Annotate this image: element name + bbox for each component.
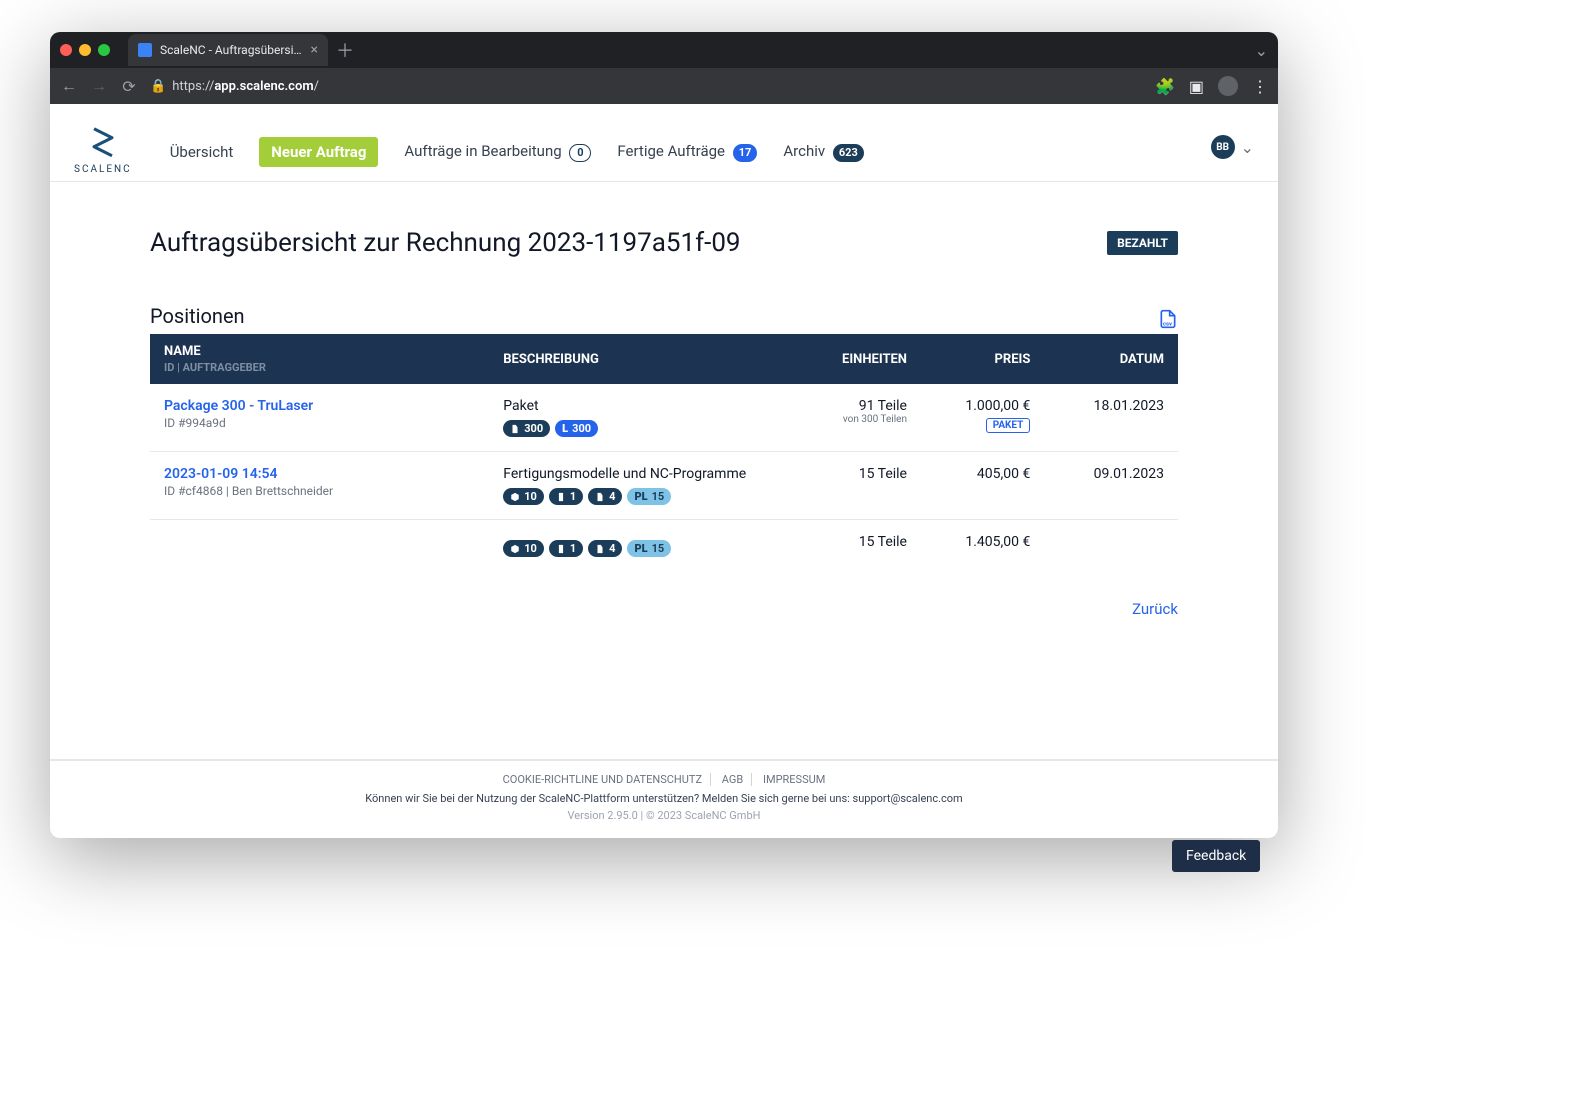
maximize-window-icon[interactable] xyxy=(98,44,110,56)
row-subtext: ID #994a9d xyxy=(164,416,475,430)
new-tab-button[interactable]: ＋ xyxy=(336,37,354,63)
brand-name: SCALENC xyxy=(74,164,132,175)
back-link[interactable]: Zurück xyxy=(1132,600,1178,618)
profile-icon[interactable] xyxy=(1218,76,1238,96)
browser-chrome: ScaleNC - Auftragsübersicht zu × ＋ ⌄ ← →… xyxy=(50,32,1278,104)
app-header: SCALENC Übersicht Neuer Auftrag Aufträge… xyxy=(50,104,1278,182)
main-nav: Übersicht Neuer Auftrag Aufträge in Bear… xyxy=(170,137,864,181)
browser-window: ScaleNC - Auftragsübersicht zu × ＋ ⌄ ← →… xyxy=(50,32,1278,838)
close-window-icon[interactable] xyxy=(60,44,72,56)
footer-version: Version 2.95.0 | © 2023 ScaleNC GmbH xyxy=(50,809,1278,822)
in-progress-count-badge: 0 xyxy=(569,144,591,162)
price-tag: PAKET xyxy=(986,418,1031,433)
row-date: 18.01.2023 xyxy=(1044,384,1178,452)
nav-new-order-button[interactable]: Neuer Auftrag xyxy=(259,137,378,167)
stat-chip: PL 15 xyxy=(627,488,671,505)
nav-forward-icon[interactable]: → xyxy=(90,76,108,96)
favicon-icon xyxy=(138,43,152,57)
minimize-window-icon[interactable] xyxy=(79,44,91,56)
row-price: 1.000,00 € xyxy=(935,398,1030,414)
totals-units: 15 Teile xyxy=(798,520,921,572)
stat-chip: 1 xyxy=(549,488,583,505)
row-units: 91 Teile xyxy=(812,398,907,414)
positions-table: NAMEID | AUFTRAGGEBER BESCHREIBUNG EINHE… xyxy=(150,334,1178,571)
stat-chip: PL 15 xyxy=(627,540,671,557)
stat-chip: 4 xyxy=(588,488,622,505)
export-csv-icon[interactable]: csv xyxy=(1158,309,1178,334)
footer-agb-link[interactable]: AGB xyxy=(714,773,752,786)
totals-row: 10 1 4 PL 15 15 Teile1.405,00 € xyxy=(150,520,1178,572)
browser-menu-icon[interactable]: ⋮ xyxy=(1252,77,1268,96)
extensions-icon[interactable]: 🧩 xyxy=(1155,77,1175,96)
avatar: BB xyxy=(1211,135,1235,159)
nav-overview[interactable]: Übersicht xyxy=(170,143,234,161)
row-units: 15 Teile xyxy=(812,466,907,482)
nav-done[interactable]: Fertige Aufträge 17 xyxy=(617,142,757,162)
feedback-button[interactable]: Feedback xyxy=(1172,840,1260,872)
status-badge: BEZAHLT xyxy=(1107,231,1178,255)
stat-chip: L 300 xyxy=(555,420,598,437)
address-bar[interactable]: 🔒 https://app.scalenc.com/ xyxy=(150,79,1143,94)
page-title: Auftragsübersicht zur Rechnung 2023-1197… xyxy=(150,228,741,258)
brand-logo[interactable]: SCALENC xyxy=(74,124,132,181)
stat-chip: 10 xyxy=(503,488,544,505)
stat-chip: 1 xyxy=(549,540,583,557)
row-name-link[interactable]: Package 300 - TruLaser xyxy=(164,398,475,414)
back-link-row: Zurück xyxy=(150,599,1178,618)
nav-archive[interactable]: Archiv 623 xyxy=(783,142,863,162)
app-page: SCALENC Übersicht Neuer Auftrag Aufträge… xyxy=(50,104,1278,838)
footer-cookie-link[interactable]: COOKIE-RICHTLINE UND DATENSCHUTZ xyxy=(495,773,711,786)
table-row: 2023-01-09 14:54 ID #cf4868 | Ben Brettsc… xyxy=(150,452,1178,520)
section-title: Positionen xyxy=(150,304,245,328)
row-date: 09.01.2023 xyxy=(1044,452,1178,520)
nav-reload-icon[interactable]: ⟳ xyxy=(120,77,138,96)
tab-title: ScaleNC - Auftragsübersicht zu xyxy=(160,43,303,57)
row-subtext: ID #cf4868 | Ben Brettschneider xyxy=(164,484,475,498)
stat-chip: 10 xyxy=(503,540,544,557)
row-desc: Fertigungsmodelle und NC-Programme xyxy=(503,466,783,482)
lock-icon: 🔒 xyxy=(150,79,166,94)
table-row: Package 300 - TruLaser ID #994a9d Paket 30… xyxy=(150,384,1178,452)
archive-count-badge: 623 xyxy=(833,144,864,162)
footer-support-text: Können wir Sie bei der Nutzung der Scale… xyxy=(50,792,1278,805)
main-content: Auftragsübersicht zur Rechnung 2023-1197… xyxy=(50,182,1278,759)
stat-chip: 4 xyxy=(588,540,622,557)
window-controls[interactable] xyxy=(60,44,110,56)
user-menu[interactable]: BB ⌄ xyxy=(1211,135,1254,181)
totals-price: 1.405,00 € xyxy=(921,520,1044,572)
footer: COOKIE-RICHTLINE UND DATENSCHUTZ AGB IMP… xyxy=(50,759,1278,838)
row-name-link[interactable]: 2023-01-09 14:54 xyxy=(164,466,475,482)
svg-text:csv: csv xyxy=(1163,322,1172,328)
nav-in-progress[interactable]: Aufträge in Bearbeitung 0 xyxy=(404,142,591,162)
panel-icon[interactable]: ▣ xyxy=(1189,77,1204,96)
row-price: 405,00 € xyxy=(935,466,1030,482)
browser-tab[interactable]: ScaleNC - Auftragsübersicht zu × xyxy=(128,34,328,66)
chevron-down-icon: ⌄ xyxy=(1241,138,1254,157)
row-units-sub: von 300 Teilen xyxy=(812,414,907,425)
stat-chip: 300 xyxy=(503,420,550,437)
row-desc: Paket xyxy=(503,398,783,414)
footer-impressum-link[interactable]: IMPRESSUM xyxy=(755,773,833,786)
done-count-badge: 17 xyxy=(733,144,758,162)
logo-icon xyxy=(88,124,118,162)
close-tab-icon[interactable]: × xyxy=(311,42,318,58)
tabs-chevron-down-icon[interactable]: ⌄ xyxy=(1255,41,1268,60)
nav-back-icon[interactable]: ← xyxy=(60,76,78,96)
